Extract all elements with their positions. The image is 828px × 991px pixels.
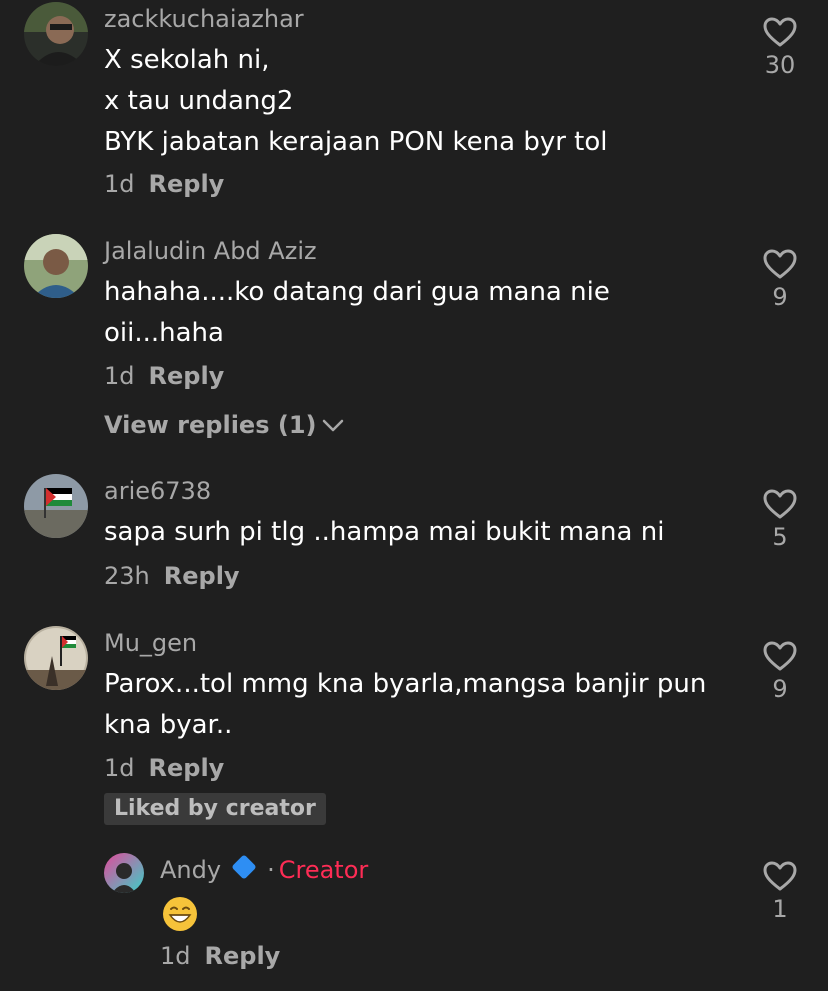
like-control: 30 [755, 16, 805, 80]
like-control: 1 [755, 860, 805, 924]
like-count: 9 [772, 283, 788, 311]
comment-text-line: X sekolah ni, [104, 45, 270, 75]
like-count: 5 [772, 523, 788, 551]
heart-icon[interactable] [762, 860, 798, 892]
view-replies-button[interactable]: View replies (1) [104, 410, 344, 440]
comment-meta: 1d Reply [104, 753, 224, 783]
comment-text-line: Parox...tol mmg kna byarla,mangsa banjir… [104, 669, 707, 699]
heart-icon[interactable] [762, 16, 798, 48]
comment-username[interactable]: Jalaludin Abd Aziz [104, 236, 317, 266]
comment-time: 1d [104, 362, 135, 390]
like-count: 1 [772, 895, 788, 923]
comment-meta: 1d Reply [104, 361, 224, 391]
comment-meta: 23h Reply [104, 561, 240, 591]
reply-button[interactable]: Reply [149, 362, 225, 390]
reply-button[interactable]: Reply [164, 562, 240, 590]
heart-icon[interactable] [762, 248, 798, 280]
avatar-image [24, 626, 88, 690]
avatar-image [24, 234, 88, 298]
comment-text-line: BYK jabatan kerajaan PON kena byr tol [104, 127, 608, 157]
avatar[interactable] [24, 2, 88, 66]
comment-time: 1d [104, 170, 135, 198]
heart-icon[interactable] [762, 488, 798, 520]
avatar[interactable] [24, 474, 88, 538]
reply-button[interactable]: Reply [149, 170, 225, 198]
comment-text-line: x tau undang2 [104, 86, 294, 116]
separator-dot: · [267, 856, 275, 884]
creator-label: Creator [278, 856, 369, 884]
liked-by-creator-badge: Liked by creator [104, 793, 326, 825]
comment-time: 1d [104, 754, 135, 782]
reply-username[interactable]: Andy [160, 856, 221, 884]
comment-time: 23h [104, 562, 150, 590]
reply-time: 1d [160, 942, 191, 970]
like-control: 9 [755, 640, 805, 704]
avatar[interactable] [24, 626, 88, 690]
comment-meta: 1d Reply [104, 169, 224, 199]
avatar[interactable] [24, 234, 88, 298]
chevron-down-icon [323, 419, 344, 432]
avatar[interactable] [104, 853, 144, 893]
avatar-image [24, 2, 88, 66]
reply-button[interactable]: Reply [205, 942, 281, 970]
comment-username[interactable]: Mu_gen [104, 628, 197, 658]
reply-meta: 1d Reply [160, 941, 280, 971]
grinning-face-emoji-icon [163, 897, 197, 931]
avatar-image [24, 474, 88, 538]
comment-text-line: sapa surh pi tlg ..hampa mai bukit mana … [104, 517, 665, 547]
comment-text-line: oii...haha [104, 318, 224, 348]
heart-icon[interactable] [762, 640, 798, 672]
like-count: 30 [764, 51, 796, 79]
comment-username[interactable]: zackkuchaiazhar [104, 4, 304, 34]
reply-username-row: Andy · Creator [160, 854, 369, 885]
reply-button[interactable]: Reply [149, 754, 225, 782]
like-control: 9 [755, 248, 805, 312]
like-control: 5 [755, 488, 805, 552]
comment-text-line: hahaha....ko datang dari gua mana nie [104, 277, 610, 307]
comment-username[interactable]: arie6738 [104, 476, 211, 506]
verified-badge-icon [231, 854, 257, 880]
comment-text-line: kna byar.. [104, 710, 233, 740]
view-replies-label: View replies (1) [104, 411, 317, 439]
avatar-image [104, 853, 144, 893]
like-count: 9 [772, 675, 788, 703]
